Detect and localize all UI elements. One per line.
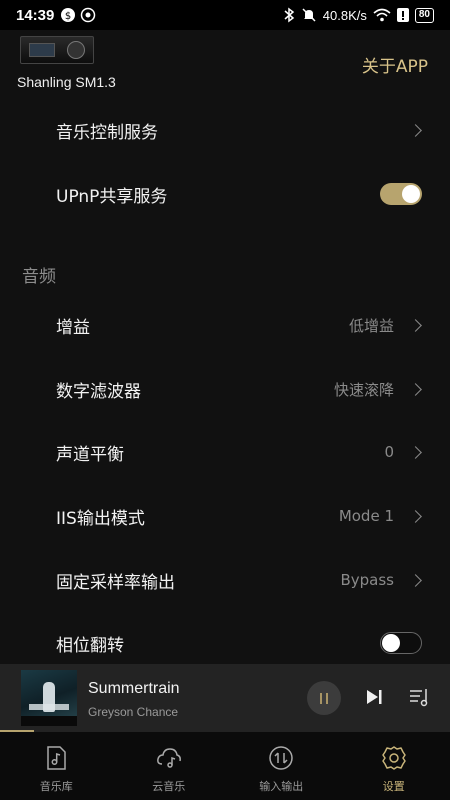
music-file-icon bbox=[47, 746, 66, 770]
row-label: 声道平衡 bbox=[56, 444, 124, 465]
chevron-right-icon bbox=[409, 123, 422, 137]
mini-player[interactable]: Summertrain Greyson Chance bbox=[0, 664, 450, 732]
mute-icon bbox=[302, 8, 316, 22]
phase-invert-toggle[interactable] bbox=[380, 632, 422, 654]
tab-input-output[interactable]: 输入输出 bbox=[225, 732, 338, 800]
upnp-toggle[interactable] bbox=[380, 183, 422, 205]
io-arrows-icon bbox=[269, 746, 293, 770]
row-label: 固定采样率输出 bbox=[56, 572, 175, 593]
device-image bbox=[20, 36, 94, 64]
row-label: 增益 bbox=[56, 317, 90, 338]
tab-label: 输入输出 bbox=[259, 780, 304, 793]
album-art[interactable] bbox=[21, 670, 77, 726]
gear-icon bbox=[382, 746, 406, 770]
row-value: Bypass bbox=[340, 571, 394, 589]
row-label: 数字滤波器 bbox=[56, 381, 141, 402]
pause-button[interactable] bbox=[307, 681, 341, 715]
music-control-service-row[interactable]: 音乐控制服务 bbox=[0, 98, 450, 162]
alert-icon bbox=[396, 8, 409, 22]
network-speed: 40.8K/s bbox=[322, 7, 367, 23]
tab-settings[interactable]: 设置 bbox=[338, 732, 450, 800]
chevron-right-icon bbox=[409, 318, 422, 332]
tab-music-library[interactable]: 音乐库 bbox=[0, 732, 113, 800]
track-artist: Greyson Chance bbox=[88, 705, 179, 719]
row-label: IIS输出模式 bbox=[56, 508, 145, 529]
channel-balance-row[interactable]: 声道平衡 0 bbox=[0, 420, 450, 484]
status-bar: 14:39 $ 40.8K/s 80 bbox=[0, 0, 450, 30]
device-name: Shanling SM1.3 bbox=[17, 74, 116, 90]
next-track-icon[interactable] bbox=[364, 687, 384, 707]
bluetooth-icon bbox=[284, 7, 294, 23]
row-label: 相位翻转 bbox=[56, 635, 124, 656]
svg-text:$: $ bbox=[65, 11, 71, 22]
iis-output-mode-row[interactable]: IIS输出模式 Mode 1 bbox=[0, 484, 450, 548]
tab-cloud-music[interactable]: 云音乐 bbox=[113, 732, 226, 800]
row-label: 音乐控制服务 bbox=[56, 122, 158, 143]
status-time: 14:39 bbox=[16, 6, 55, 24]
gain-row[interactable]: 增益 低增益 bbox=[0, 293, 450, 357]
bottom-tab-bar: 音乐库 云音乐 输入输出 设置 bbox=[0, 732, 450, 800]
row-value: 0 bbox=[384, 443, 394, 461]
playlist-queue-icon[interactable] bbox=[408, 686, 430, 708]
battery-icon: 80 bbox=[414, 7, 434, 23]
track-title: Summertrain bbox=[88, 680, 180, 697]
app-icon-2 bbox=[81, 7, 96, 23]
device-header: Shanling SM1.3 关于APP bbox=[0, 30, 450, 100]
tab-label: 设置 bbox=[382, 780, 405, 793]
upnp-service-row: UPnP共享服务 bbox=[0, 162, 450, 226]
fixed-sample-rate-row[interactable]: 固定采样率输出 Bypass bbox=[0, 548, 450, 612]
tab-label: 音乐库 bbox=[39, 780, 73, 793]
row-value: 快速滚降 bbox=[333, 380, 394, 399]
wifi-icon bbox=[373, 8, 391, 22]
tab-label: 云音乐 bbox=[152, 780, 186, 793]
chevron-right-icon bbox=[409, 382, 422, 396]
cloud-music-icon bbox=[156, 748, 181, 768]
row-value: 低增益 bbox=[348, 316, 394, 335]
chevron-right-icon bbox=[409, 509, 422, 523]
section-title-audio: 音频 bbox=[22, 267, 56, 287]
row-label: UPnP共享服务 bbox=[56, 186, 168, 207]
row-value: Mode 1 bbox=[338, 507, 394, 525]
chevron-right-icon bbox=[409, 573, 422, 587]
digital-filter-row[interactable]: 数字滤波器 快速滚降 bbox=[0, 357, 450, 421]
chevron-right-icon bbox=[409, 445, 422, 459]
about-app-link[interactable]: 关于APP bbox=[362, 52, 428, 77]
app-icon-1: $ bbox=[61, 8, 76, 22]
